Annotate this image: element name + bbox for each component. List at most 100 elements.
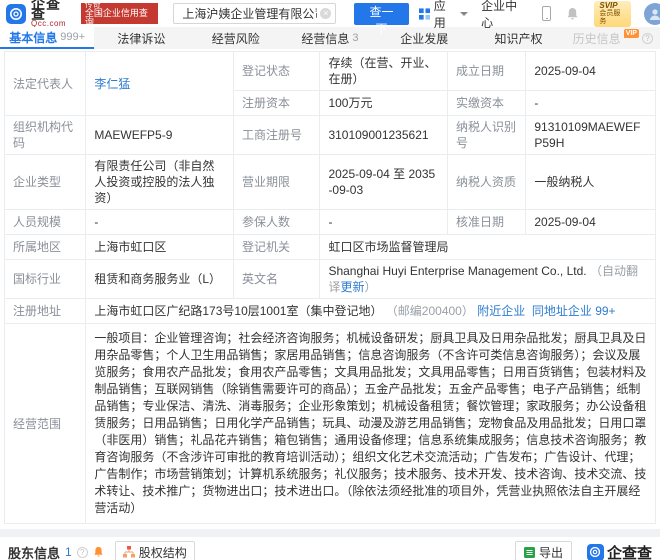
apps-menu[interactable]: 应用	[419, 0, 468, 31]
reg-authority-value: 虹口区市场监督管理局	[320, 235, 656, 260]
reg-authority-label: 登记机关	[234, 235, 320, 260]
org-chart-icon	[123, 546, 135, 558]
tab-label: 知识产权	[495, 30, 543, 47]
legal-rep-label: 法定代表人	[5, 52, 86, 116]
tab-company-development[interactable]: 企业发展	[377, 27, 471, 49]
auto-translate-note-end: ）	[364, 280, 376, 294]
shareholders-header: 股东信息 1 ? 股权结构 导出 企查查	[0, 537, 660, 560]
tab-label: 基本信息	[9, 29, 57, 46]
address-label: 注册地址	[5, 299, 86, 324]
paid-capital-label: 实缴资本	[448, 91, 526, 116]
org-code-label: 组织机构代码	[5, 116, 86, 155]
top-header: 企查查 Qcc.com 传奇 全国企业信用查询 × 查一下 应用 企业中心 SV…	[0, 0, 660, 27]
qcc-logo-icon[interactable]	[6, 4, 26, 24]
help-circle-icon: ?	[642, 33, 653, 44]
tab-label: 经营信息	[301, 30, 349, 47]
taxpayer-quality-label: 纳税人资质	[448, 155, 526, 210]
tab-count: 3	[352, 32, 358, 44]
legal-rep-link[interactable]: 李仁猛	[94, 77, 130, 91]
basic-info-table: 法定代表人 李仁猛 登记状态 存续（在营、开业、在册） 成立日期 2025-09…	[4, 51, 656, 524]
equity-structure-label: 股权结构	[139, 544, 187, 560]
section-divider	[0, 529, 660, 537]
reg-status-value: 存续（在营、开业、在册）	[320, 52, 448, 91]
est-date-value: 2025-09-04	[526, 52, 656, 91]
tab-label: 企业发展	[400, 30, 448, 47]
same-address-companies-link[interactable]: 同地址企业 99+	[532, 304, 616, 318]
export-button[interactable]: 导出	[515, 541, 572, 560]
equity-structure-button[interactable]: 股权结构	[115, 541, 195, 560]
insured-label: 参保人数	[234, 210, 320, 235]
qcc-watermark-text: 企查查	[607, 542, 652, 560]
reg-capital-value: 100万元	[320, 91, 448, 116]
tab-label: 历史信息	[573, 30, 621, 47]
reg-capital-label: 注册资本	[234, 91, 320, 116]
nearby-companies-link[interactable]: 附近企业	[477, 304, 525, 318]
taxpayer-id-label: 纳税人识别号	[448, 116, 526, 155]
english-name-value: Shanghai Huyi Enterprise Management Co.,…	[328, 264, 586, 278]
svip-member-badge[interactable]: SVIP 会员服务	[594, 1, 631, 27]
apps-grid-icon	[419, 8, 430, 20]
staff-size-label: 人员规模	[5, 210, 86, 235]
reg-status-label: 登记状态	[234, 52, 320, 91]
shareholders-count: 1	[65, 545, 72, 559]
slogan-ribbon: 传奇 全国企业信用查询	[81, 3, 159, 24]
search-box: ×	[173, 3, 336, 24]
export-label: 导出	[539, 544, 563, 560]
company-type-label: 企业类型	[5, 155, 86, 210]
tab-operating-risk[interactable]: 经营风险	[189, 27, 283, 49]
approval-date-label: 核准日期	[448, 210, 526, 235]
org-code-value: MAEWEFP5-9	[86, 116, 234, 155]
vip-tag: VIP	[624, 29, 639, 38]
info-circle-icon[interactable]: ?	[77, 547, 88, 558]
change-alert-bell-icon[interactable]	[93, 546, 104, 558]
user-avatar[interactable]	[644, 3, 660, 25]
svip-sublabel: 会员服务	[599, 10, 626, 26]
company-type-value: 有限责任公司（非自然人投资或控股的法人独资）	[86, 155, 234, 210]
mobile-app-icon[interactable]	[542, 6, 552, 21]
est-date-label: 成立日期	[448, 52, 526, 91]
section-tabbar: 基本信息 999+ 法律诉讼 经营风险 经营信息 3 企业发展 知识产权 历史信…	[0, 27, 660, 49]
tab-basic-info[interactable]: 基本信息 999+	[0, 27, 94, 49]
tab-operating-info[interactable]: 经营信息 3	[283, 27, 377, 49]
biz-term-label: 营业期限	[234, 155, 320, 210]
tab-label: 法律诉讼	[117, 30, 165, 47]
brand-name: 企查查	[31, 0, 74, 19]
search-input[interactable]	[173, 3, 336, 24]
staff-size-value: -	[86, 210, 234, 235]
spreadsheet-icon	[524, 547, 535, 558]
english-name-cell: Shanghai Huyi Enterprise Management Co.,…	[320, 260, 656, 299]
biz-reg-no-value: 310109001235621	[320, 116, 448, 155]
notifications-bell-icon[interactable]	[566, 7, 579, 21]
industry-value: 租赁和商务服务业（L）	[86, 260, 234, 299]
shareholders-title: 股东信息	[8, 543, 60, 560]
region-value: 上海市虹口区	[86, 235, 234, 260]
brand-lockup[interactable]: 企查查 Qcc.com	[31, 0, 74, 29]
industry-label: 国标行业	[5, 260, 86, 299]
tab-count: 999+	[60, 31, 85, 43]
biz-reg-no-label: 工商注册号	[234, 116, 320, 155]
english-name-label: 英文名	[234, 260, 320, 299]
scope-label: 经营范围	[5, 324, 86, 524]
paid-capital-value: -	[526, 91, 656, 116]
approval-date-value: 2025-09-04	[526, 210, 656, 235]
qcc-watermark-icon	[587, 544, 604, 560]
enterprise-center-link[interactable]: 企业中心	[481, 0, 527, 31]
taxpayer-quality-value: 一般纳税人	[526, 155, 656, 210]
region-label: 所属地区	[5, 235, 86, 260]
apps-label: 应用	[434, 0, 456, 31]
search-button[interactable]: 查一下	[354, 3, 408, 25]
tab-intellectual-property[interactable]: 知识产权	[471, 27, 565, 49]
translate-update-link[interactable]: 更新	[340, 280, 364, 294]
address-value: 上海市虹口区广纪路173号10层1001室（集中登记地）	[94, 304, 382, 318]
tab-label: 经营风险	[212, 30, 260, 47]
tab-history-info[interactable]: 历史信息 VIP ?	[566, 27, 660, 49]
chevron-down-icon	[460, 12, 468, 16]
address-cell: 上海市虹口区广纪路173号10层1001室（集中登记地） （邮编200400） …	[86, 299, 656, 324]
qcc-watermark: 企查查	[587, 542, 652, 560]
svip-label: SVIP	[599, 2, 626, 10]
slogan-line2: 全国企业信用查询	[85, 9, 154, 27]
tab-legal-litigation[interactable]: 法律诉讼	[94, 27, 188, 49]
address-postcode: （邮编200400）	[386, 304, 474, 318]
biz-term-value: 2025-09-04 至 2035-09-03	[320, 155, 448, 210]
insured-value: -	[320, 210, 448, 235]
